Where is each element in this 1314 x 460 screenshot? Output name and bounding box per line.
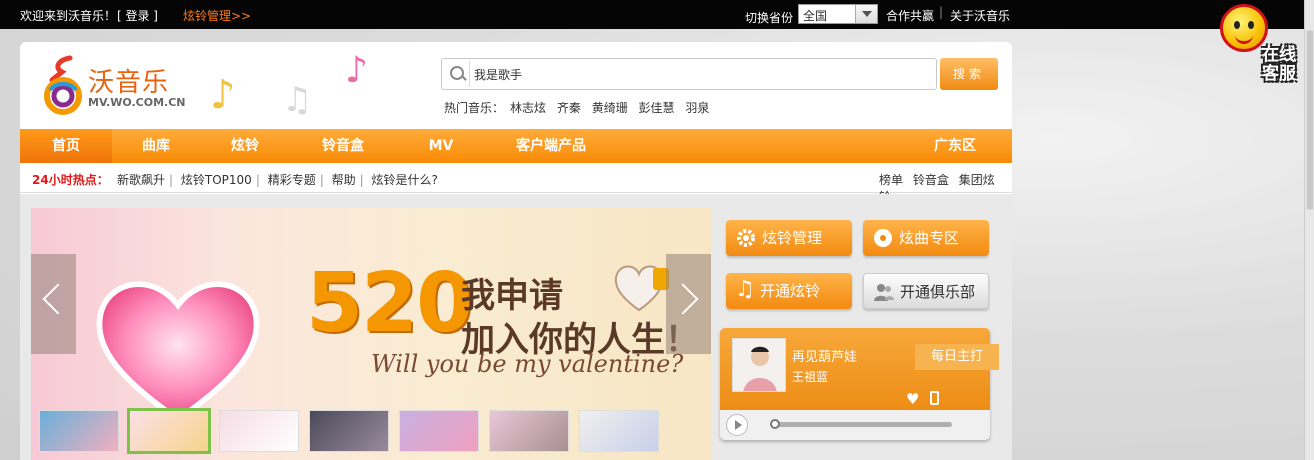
province-label: 切换省份 bbox=[745, 11, 794, 25]
ringbox-link[interactable]: 铃音盒 bbox=[913, 173, 949, 187]
divider: | bbox=[255, 173, 260, 187]
nav-item-ringtone[interactable]: 炫铃 bbox=[200, 129, 290, 163]
hot-topics-links: 新歌飙升 | 炫铃TOP100 | 精彩专题 | 帮助 | 炫铃是什么? bbox=[117, 171, 438, 188]
province-value: 全国 bbox=[803, 9, 828, 23]
page-scrollbar[interactable] bbox=[1304, 0, 1314, 460]
ringtone-management-button[interactable]: 炫铃管理 bbox=[726, 220, 852, 256]
music-note-icon: ♪ bbox=[345, 50, 368, 91]
open-ringtone-button[interactable]: ♫ 开通炫铃 bbox=[726, 273, 852, 309]
nav-item-mv[interactable]: MV bbox=[396, 129, 486, 163]
banner-thumbnail[interactable] bbox=[309, 410, 389, 452]
hot-topic-link[interactable]: 帮助 bbox=[332, 173, 356, 187]
online-service-label-line2: 客服 bbox=[1262, 64, 1296, 84]
province-select[interactable]: 全国 bbox=[798, 4, 878, 24]
hot-music-item[interactable]: 黄绮珊 bbox=[592, 101, 628, 115]
nav-item-client[interactable]: 客户端产品 bbox=[486, 129, 616, 163]
banner-thumbnails bbox=[31, 408, 711, 454]
hot-topic-link[interactable]: 新歌飙升 bbox=[117, 173, 165, 187]
disc-icon bbox=[874, 229, 892, 247]
heart-box-icon bbox=[614, 265, 669, 312]
banner-thumbnail[interactable] bbox=[219, 410, 299, 452]
open-club-label: 开通俱乐部 bbox=[900, 283, 976, 301]
divider: | bbox=[169, 173, 174, 187]
search-input[interactable] bbox=[474, 65, 914, 83]
nav-item-library[interactable]: 曲库 bbox=[112, 129, 200, 163]
banner-thumbnail[interactable] bbox=[39, 410, 119, 452]
hot-music-item[interactable]: 林志炫 bbox=[510, 101, 546, 115]
banner-520: 520 bbox=[306, 256, 473, 351]
search-box[interactable] bbox=[441, 58, 937, 90]
play-icon[interactable] bbox=[726, 414, 748, 436]
hot-music-list: 林志炫 齐秦 黄绮珊 彭佳慧 羽泉 bbox=[510, 99, 716, 116]
banner-thumbnail[interactable] bbox=[399, 410, 479, 452]
online-service-label-line1: 在线 bbox=[1262, 45, 1296, 65]
chevron-right-icon bbox=[667, 283, 699, 315]
main-nav: 首页 曲库 炫铃 铃音盒 MV 客户端产品 广东区 bbox=[20, 129, 1012, 163]
music-player: 再见葫芦娃 王祖蓝 每日主打 ♥ bbox=[720, 328, 999, 440]
song-zone-label: 炫曲专区 bbox=[899, 229, 960, 247]
online-service-button[interactable]: 在线 客服 bbox=[1212, 2, 1304, 90]
music-note-icon: ♫ bbox=[282, 80, 313, 120]
banner-thumbnail-active[interactable] bbox=[127, 408, 211, 454]
search-button[interactable]: 搜索 bbox=[940, 58, 998, 90]
welcome-text: 欢迎来到沃音乐！ bbox=[20, 9, 117, 23]
search-icon[interactable] bbox=[444, 61, 470, 87]
about-link[interactable]: 关于沃音乐 bbox=[950, 7, 1010, 24]
nav-item-region[interactable]: 广东区 bbox=[910, 129, 1000, 163]
song-zone-button[interactable]: 炫曲专区 bbox=[863, 220, 989, 256]
daily-feature-badge: 每日主打 bbox=[915, 344, 999, 370]
ringtone-management-link[interactable]: 炫铃管理>> bbox=[183, 7, 251, 24]
divider: | bbox=[359, 173, 364, 187]
banner-thumbnail[interactable] bbox=[579, 410, 659, 452]
phone-icon[interactable] bbox=[930, 391, 939, 405]
nav-item-home[interactable]: 首页 bbox=[20, 129, 112, 163]
online-service-label: 在线 客服 bbox=[1254, 46, 1304, 84]
users-icon bbox=[874, 284, 894, 301]
cooperate-link[interactable]: 合作共赢 bbox=[886, 7, 934, 24]
divider: | bbox=[319, 173, 324, 187]
topbar-divider: | bbox=[939, 5, 944, 19]
banner-thumbnail[interactable] bbox=[489, 410, 569, 452]
progress-track[interactable] bbox=[772, 422, 952, 427]
header: 沃音乐 MV.WO.COM.CN ♪ ♫ ♪ 搜索 热门音乐： 林志炫 齐秦 黄… bbox=[20, 42, 1012, 130]
hot-topics-label: 24小时热点： bbox=[32, 173, 109, 187]
open-ringtone-label: 开通炫铃 bbox=[760, 282, 821, 300]
banner-next-button[interactable] bbox=[666, 254, 711, 354]
logo-url: MV.WO.COM.CN bbox=[88, 96, 186, 109]
artist-photo bbox=[733, 339, 785, 391]
open-club-button[interactable]: 开通俱乐部 bbox=[863, 273, 989, 309]
logo-name[interactable]: 沃音乐 bbox=[88, 62, 169, 99]
chart-link[interactable]: 榜单 bbox=[879, 173, 903, 187]
song-artist[interactable]: 王祖蓝 bbox=[792, 368, 828, 385]
smiley-icon bbox=[1220, 4, 1268, 52]
chevron-left-icon bbox=[42, 283, 74, 315]
hot-topic-link[interactable]: 炫铃TOP100 bbox=[181, 173, 252, 187]
chevron-down-icon[interactable] bbox=[855, 5, 877, 23]
hot-music-item[interactable]: 羽泉 bbox=[685, 101, 709, 115]
progress-knob[interactable] bbox=[770, 419, 780, 429]
login-link[interactable]: [ 登录 ] bbox=[117, 7, 158, 24]
banner-script: Will you be my valentine? bbox=[371, 350, 684, 378]
player-controls bbox=[720, 410, 990, 440]
music-note-icon: ♫ bbox=[735, 277, 755, 302]
banner-prev-button[interactable] bbox=[31, 254, 76, 354]
hot-topic-link[interactable]: 炫铃是什么? bbox=[371, 173, 437, 187]
top-bar: 欢迎来到沃音乐！ [ 登录 ] 炫铃管理>> 切换省份 全国 合作共赢 | 关于… bbox=[0, 0, 1314, 29]
main-panel: 沃音乐 MV.WO.COM.CN ♪ ♫ ♪ 搜索 热门音乐： 林志炫 齐秦 黄… bbox=[20, 42, 1012, 460]
hot-music-item[interactable]: 彭佳慧 bbox=[639, 101, 675, 115]
hot-topics-row: 24小时热点： 新歌飙升 | 炫铃TOP100 | 精彩专题 | 帮助 | 炫铃是什么?… bbox=[20, 163, 1012, 204]
hot-music-label: 热门音乐： bbox=[444, 101, 505, 115]
nav-item-ringbox[interactable]: 铃音盒 bbox=[290, 129, 396, 163]
heart-icon[interactable]: ♥ bbox=[906, 390, 919, 408]
song-title[interactable]: 再见葫芦娃 bbox=[792, 346, 857, 365]
hot-topic-link[interactable]: 精彩专题 bbox=[268, 173, 316, 187]
gear-icon bbox=[737, 229, 755, 247]
ringtone-management-label: 炫铃管理 bbox=[762, 229, 823, 247]
music-note-icon: ♪ bbox=[210, 72, 236, 118]
wo-music-logo-icon[interactable] bbox=[42, 54, 84, 116]
hot-music-item[interactable]: 齐秦 bbox=[557, 101, 581, 115]
album-cover[interactable] bbox=[732, 338, 786, 392]
scrollbar-thumb[interactable] bbox=[1306, 30, 1314, 210]
banner-line1: 我申请 bbox=[461, 276, 563, 316]
